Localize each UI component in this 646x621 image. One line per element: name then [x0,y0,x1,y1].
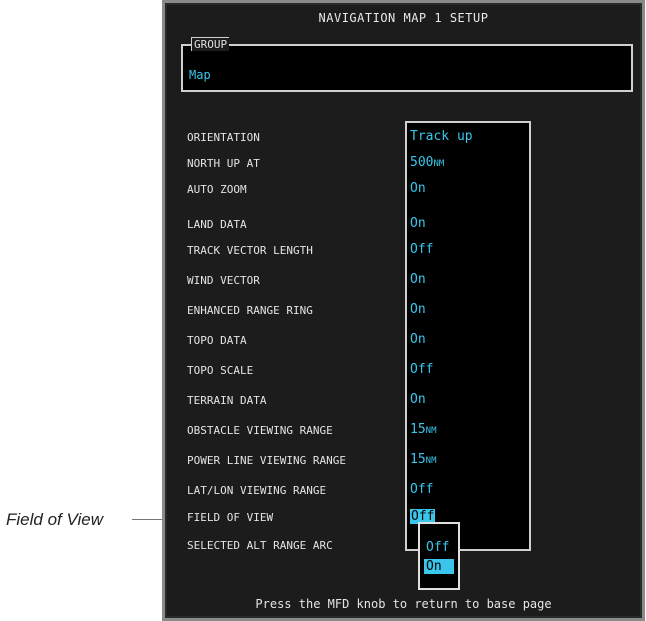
popup-option-on[interactable]: On [424,559,454,574]
setting-label-track-vector-length: TRACK VECTOR LENGTH [187,244,313,257]
setting-value-land-data[interactable]: On [410,216,426,231]
setting-value-track-vector-length[interactable]: Off [410,242,433,257]
setting-value-auto-zoom[interactable]: On [410,181,426,196]
setting-value-terrain-data[interactable]: On [410,392,426,407]
setting-label-land-data: LAND DATA [187,218,247,231]
setting-label-lat-lon-viewing-range: LAT/LON VIEWING RANGE [187,484,327,497]
footer-hint: Press the MFD knob to return to base pag… [255,597,552,611]
field-of-view-callout: Field of View [6,510,104,529]
setting-value-north-up-at[interactable]: 500NM [410,155,444,170]
setting-label-wind-vector: WIND VECTOR [187,274,260,287]
group-field[interactable]: GROUP Map [181,37,633,92]
setting-value-orientation[interactable]: Track up [410,129,473,144]
setting-value-topo-data[interactable]: On [410,332,426,347]
setting-label-auto-zoom: AUTO ZOOM [187,183,247,196]
setting-value-wind-vector[interactable]: On [410,272,426,287]
setting-label-obstacle-viewing-range: OBSTACLE VIEWING RANGE [187,424,333,437]
setting-value-obstacle-viewing-range[interactable]: 15NM [410,422,437,437]
setting-label-enhanced-range-ring: ENHANCED RANGE RING [187,304,313,317]
group-label: GROUP [191,37,230,51]
setting-label-field-of-view: FIELD OF VIEW [187,511,274,524]
setting-value-power-line-viewing-range[interactable]: 15NM [410,452,437,467]
popup-option-off[interactable]: Off [424,540,454,555]
setting-label-topo-data: TOPO DATA [187,334,247,347]
field-of-view-options-popup[interactable]: Off On [418,522,460,590]
setting-label-topo-scale: TOPO SCALE [187,364,254,377]
window-title: NAVIGATION MAP 1 SETUP [318,11,489,25]
setting-label-orientation: ORIENTATION [187,131,260,144]
setting-label-selected-alt-range-arc: SELECTED ALT RANGE ARC [187,539,333,552]
group-value: Map [189,68,211,82]
setting-value-lat-lon-viewing-range[interactable]: Off [410,482,433,497]
setting-label-terrain-data: TERRAIN DATA [187,394,267,407]
setting-value-topo-scale[interactable]: Off [410,362,433,377]
setting-value-enhanced-range-ring[interactable]: On [410,302,426,317]
navigation-map-setup-window: NAVIGATION MAP 1 SETUP GROUP Map ORIENTA… [162,0,645,621]
setting-label-power-line-viewing-range: POWER LINE VIEWING RANGE [187,454,346,467]
setting-label-north-up-at: NORTH UP AT [187,157,260,170]
